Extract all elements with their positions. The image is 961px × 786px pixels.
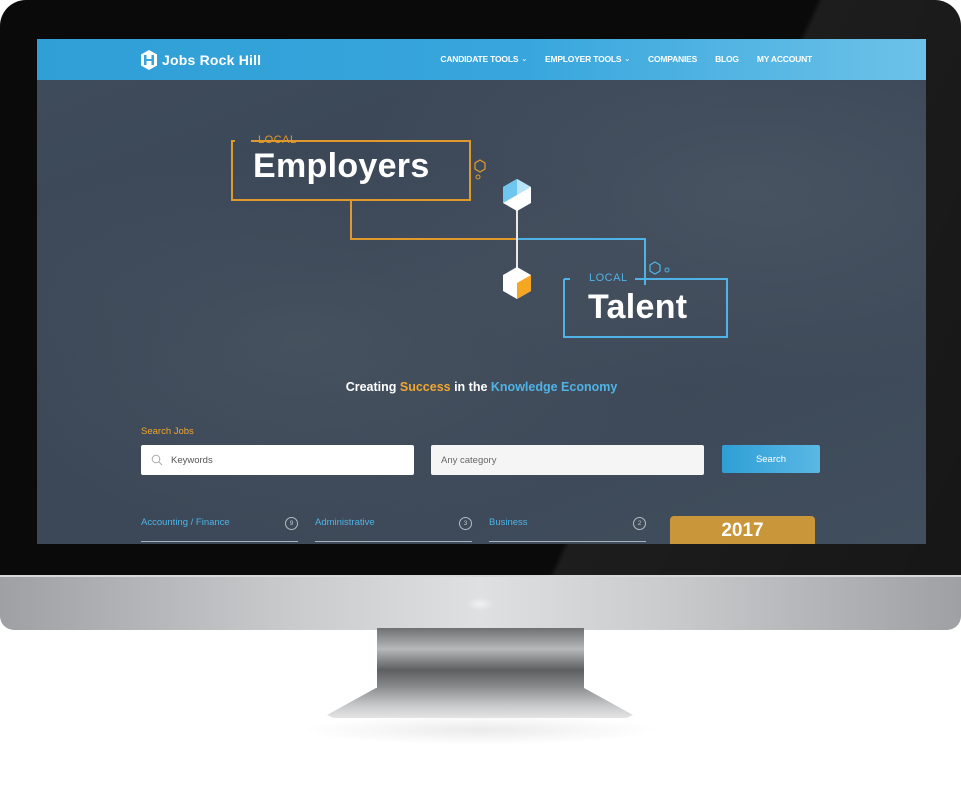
- category-item-business[interactable]: Business 2: [489, 515, 646, 542]
- monitor-stand-shadow: [300, 715, 660, 745]
- keywords-input[interactable]: Keywords: [141, 445, 414, 475]
- tagline-text: Creating: [345, 380, 400, 394]
- category-count-badge: 9: [285, 517, 298, 530]
- website-screen: Jobs Rock Hill CANDIDATE TOOLS ⌄ EMPLOYE…: [37, 39, 926, 544]
- talent-heading: Talent: [588, 288, 688, 326]
- small-dot-orange: [475, 174, 481, 180]
- category-count-badge: 2: [633, 517, 646, 530]
- monitor-logo-icon: [466, 597, 494, 611]
- category-item-administrative[interactable]: Administrative 3: [315, 515, 472, 542]
- employers-heading: Employers: [253, 147, 430, 185]
- category-name: Administrative: [315, 517, 375, 528]
- monitor-stand-neck: [377, 628, 584, 688]
- monitor-stand-foot: [327, 688, 633, 718]
- category-item-accounting[interactable]: Accounting / Finance 9: [141, 515, 298, 542]
- category-count-badge: 3: [459, 517, 472, 530]
- small-hexagon-blue: [649, 261, 661, 275]
- employers-local-label: LOCAL: [258, 134, 297, 146]
- category-name: Business: [489, 517, 528, 528]
- tagline-text: in the: [450, 380, 491, 394]
- tagline-highlight-knowledge: Knowledge Economy: [490, 380, 618, 394]
- category-placeholder: Any category: [441, 454, 497, 466]
- hero-tagline: Creating Success in the Knowledge Econom…: [37, 380, 926, 394]
- keywords-placeholder: Keywords: [171, 454, 213, 466]
- small-hexagon-orange: [474, 159, 486, 173]
- orange-connector-line: [350, 200, 517, 240]
- year-badge: 2017: [670, 516, 815, 544]
- search-jobs-label: Search Jobs: [141, 426, 194, 437]
- category-name: Accounting / Finance: [141, 517, 230, 528]
- cube-orange-icon: [503, 267, 531, 299]
- small-dot-blue: [664, 267, 670, 273]
- category-select[interactable]: Any category: [431, 445, 704, 475]
- search-icon: [151, 454, 163, 466]
- talent-local-label: LOCAL: [589, 272, 628, 284]
- search-button[interactable]: Search: [722, 445, 820, 473]
- tagline-highlight-success: Success: [399, 380, 451, 394]
- cube-blue-icon: [503, 179, 531, 211]
